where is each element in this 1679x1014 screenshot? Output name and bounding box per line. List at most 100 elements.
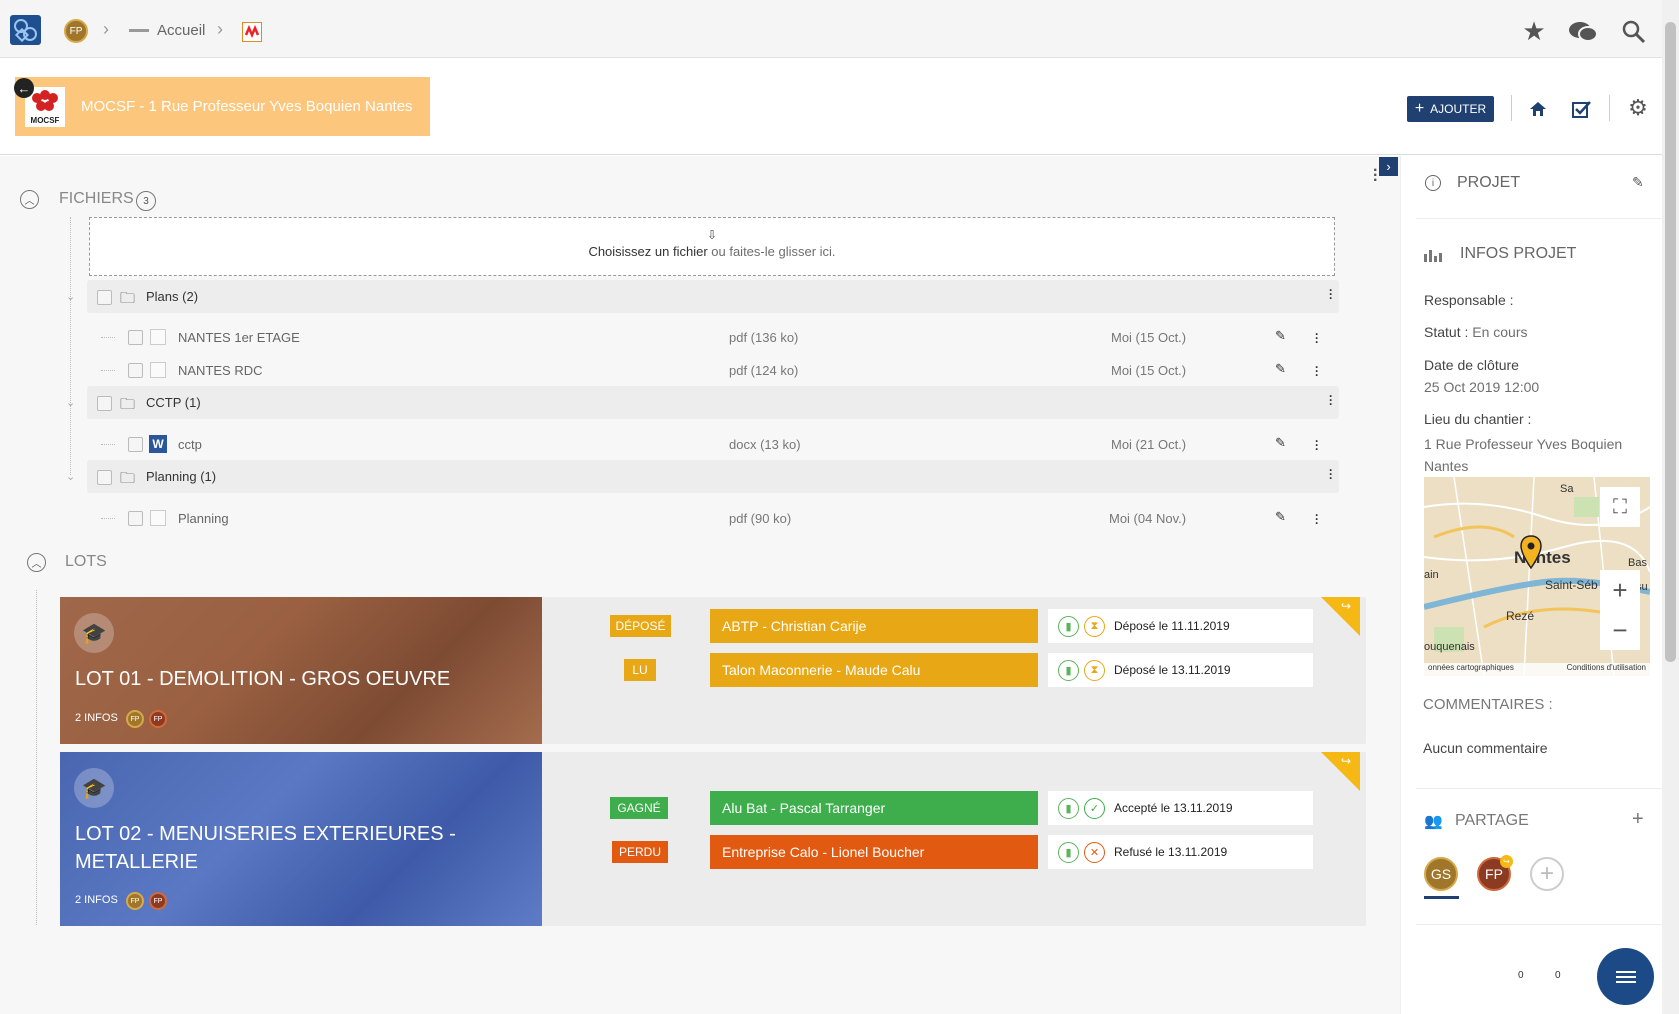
file-checkbox[interactable] [128, 437, 143, 452]
chevron-down-icon[interactable]: ⌄ [66, 470, 75, 483]
user-avatar[interactable]: FP [64, 19, 88, 43]
cloture-value: 25 Oct 2019 12:00 [1424, 379, 1540, 395]
checklist-icon[interactable] [1569, 96, 1595, 122]
share-avatar-gs[interactable]: GS [1424, 857, 1458, 891]
collapse-files-icon[interactable]: ︿ [20, 190, 39, 209]
folder-more-icon[interactable]: · · · [1329, 390, 1333, 410]
chevron-right-icon: › [103, 19, 109, 39]
statut-label: Statut : [1424, 324, 1469, 340]
edit-icon[interactable]: ✎ [1275, 435, 1286, 451]
file-row[interactable]: W cctp docx (13 ko) Moi (21 Oct.) ✎ · · · [0, 429, 1400, 459]
location-map[interactable]: Nantes Saint-Séb Rezé Sa Bas su ain ouqu… [1424, 477, 1650, 676]
responsable-label: Responsable : [1424, 292, 1514, 308]
collapse-lots-icon[interactable]: ︿ [27, 553, 46, 572]
file-name[interactable]: NANTES 1er ETAGE [178, 330, 300, 345]
map-label: Bas [1628, 557, 1647, 569]
home-logo-icon [129, 29, 149, 32]
file-checkbox[interactable] [128, 511, 143, 526]
folder-more-icon[interactable]: · · · [1329, 284, 1333, 304]
more-vertical-icon[interactable]: · · · [1373, 163, 1378, 189]
edit-icon[interactable]: ✎ [1275, 328, 1286, 344]
file-more-icon[interactable]: · · · [1315, 328, 1319, 348]
dropzone-drag: ou faites-le glisser ici. [707, 244, 836, 259]
back-arrow-icon[interactable]: ← [14, 78, 34, 98]
chat-icon[interactable] [1568, 20, 1598, 47]
counter: 0 [1518, 970, 1524, 981]
bid-status-badge: GAGNÉ [610, 797, 668, 819]
file-name[interactable]: NANTES RDC [178, 363, 263, 378]
gear-icon[interactable]: ⚙ [1625, 94, 1651, 122]
bid-company[interactable]: ABTP - Christian Carije [710, 609, 1038, 643]
folder-more-icon[interactable]: · · · [1329, 464, 1333, 484]
add-button[interactable]: + AJOUTER [1407, 96, 1494, 122]
bid-company[interactable]: Alu Bat - Pascal Tarranger [710, 791, 1038, 825]
folder-name: CCTP (1) [146, 395, 201, 410]
scrollbar-thumb[interactable] [1665, 22, 1676, 662]
edit-icon[interactable]: ✎ [1632, 174, 1644, 191]
file-name[interactable]: cctp [178, 437, 202, 452]
zoom-in-icon[interactable]: + [1600, 570, 1640, 610]
file-thumbnail-icon [150, 362, 166, 378]
menu-fab-button[interactable] [1597, 948, 1654, 1005]
dropzone-choose[interactable]: Choisissez un fichier [588, 244, 707, 259]
chart-icon[interactable]: ▮ [1058, 797, 1079, 819]
map-label: Rezé [1506, 609, 1535, 623]
chart-icon[interactable]: ▮ [1058, 841, 1079, 863]
folder-row-plans[interactable]: 🗀 Plans (2) · · · [87, 280, 1339, 313]
file-date: Moi (15 Oct.) [1111, 363, 1187, 378]
file-row[interactable]: Planning pdf (90 ko) Moi (04 Nov.) ✎ · · · [0, 503, 1400, 533]
file-dropzone[interactable]: ⇩ Choisissez un fichier ou faites-le gli… [89, 217, 1335, 276]
share-arrow-icon[interactable]: ↪ [1341, 754, 1351, 768]
file-row[interactable]: NANTES RDC pdf (124 ko) Moi (15 Oct.) ✎ … [0, 355, 1400, 385]
counter: 0 [1555, 970, 1561, 981]
files-count-badge: 3 [136, 191, 156, 211]
tree-line [36, 590, 37, 925]
user-avatar: FP [126, 710, 144, 728]
zoom-out-icon[interactable]: − [1600, 610, 1640, 650]
folder-row-cctp[interactable]: 🗀 CCTP (1) · · · [87, 386, 1339, 419]
edit-icon[interactable]: ✎ [1275, 361, 1286, 377]
lot-image[interactable]: 🎓 LOT 01 - DEMOLITION - GROS OEUVRE 2 IN… [60, 597, 542, 744]
file-more-icon[interactable]: · · · [1315, 361, 1319, 381]
file-row[interactable]: NANTES 1er ETAGE pdf (136 ko) Moi (15 Oc… [0, 322, 1400, 352]
chart-icon[interactable]: ▮ [1058, 615, 1079, 637]
tree-line [101, 444, 115, 445]
chevron-down-icon[interactable]: ⌄ [66, 396, 75, 409]
folder-row-planning[interactable]: 🗀 Planning (1) · · · [87, 460, 1339, 493]
add-user-button[interactable]: + [1530, 857, 1564, 891]
folder-checkbox[interactable] [97, 470, 112, 485]
share-arrow-icon[interactable]: ↪ [1341, 599, 1351, 613]
cloture-label: Date de clôture [1424, 357, 1519, 373]
map-data-link[interactable]: onnées cartographiques [1428, 663, 1514, 676]
file-checkbox[interactable] [128, 363, 143, 378]
fullscreen-icon[interactable]: ⛶ [1600, 487, 1640, 527]
file-checkbox[interactable] [128, 330, 143, 345]
collapse-sidebar-button[interactable]: › [1379, 157, 1398, 176]
app-logo[interactable] [10, 15, 41, 45]
folder-checkbox[interactable] [97, 290, 112, 305]
file-more-icon[interactable]: · · · [1315, 509, 1319, 529]
company-logo-icon[interactable] [242, 22, 262, 42]
user-avatar: FP [149, 710, 167, 728]
file-more-icon[interactable]: · · · [1315, 435, 1319, 455]
bid-status-badge: LU [624, 659, 656, 681]
lot-image[interactable]: 🎓 LOT 02 - MENUISERIES EXTERIEURES - MET… [60, 752, 542, 926]
bid-status: ▮ ⧗ Déposé le 13.11.2019 [1048, 653, 1313, 687]
map-terms-link[interactable]: Conditions d'utilisation [1567, 663, 1646, 676]
divider [1416, 218, 1662, 219]
star-icon[interactable]: ★ [1520, 16, 1548, 46]
bid-company[interactable]: Talon Maconnerie - Maude Calu [710, 653, 1038, 687]
search-icon[interactable] [1622, 20, 1646, 47]
add-share-icon[interactable]: + [1632, 808, 1644, 831]
file-date: Moi (15 Oct.) [1111, 330, 1187, 345]
file-name[interactable]: Planning [178, 511, 229, 526]
chart-icon[interactable]: ▮ [1058, 659, 1079, 681]
lot-infos: 2 INFOS [75, 712, 118, 724]
breadcrumb-home[interactable]: Accueil [157, 22, 205, 39]
edit-icon[interactable]: ✎ [1275, 509, 1286, 525]
map-pin-icon[interactable] [1520, 535, 1542, 572]
chevron-down-icon[interactable]: ⌄ [66, 290, 75, 303]
folder-checkbox[interactable] [97, 396, 112, 411]
bid-company[interactable]: Entreprise Calo - Lionel Boucher [710, 835, 1038, 869]
home-icon[interactable] [1525, 96, 1551, 122]
